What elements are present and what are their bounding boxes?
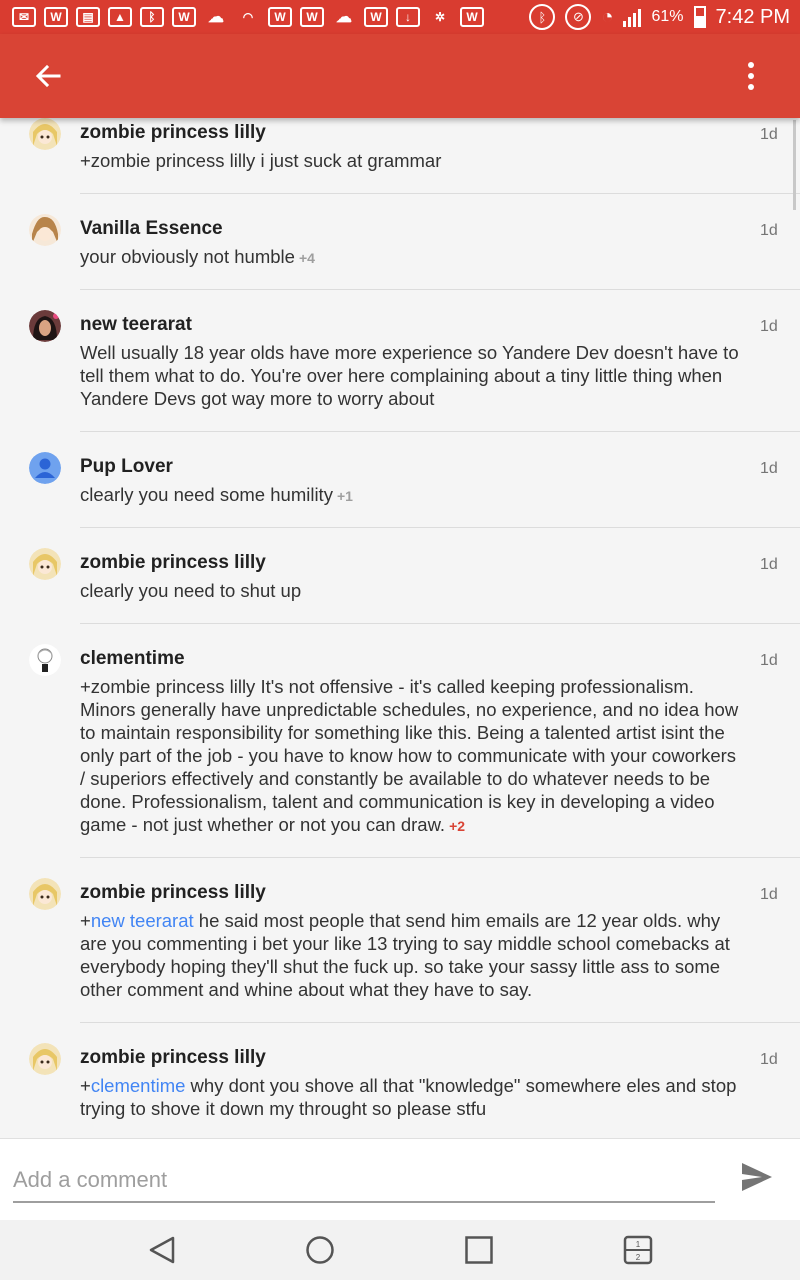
avatar[interactable] (29, 452, 61, 484)
avatar[interactable] (29, 548, 61, 580)
comment-input[interactable] (13, 1159, 715, 1203)
comment-body: +zombie princess lilly It's not offensiv… (80, 676, 739, 835)
nav-recents-icon (465, 1236, 493, 1264)
w-app-icon: W (172, 7, 196, 27)
comment-item[interactable]: new teerarat 1d Well usually 18 year old… (0, 290, 800, 432)
comment-author[interactable]: zombie princess lilly (80, 552, 266, 574)
comment-body: your obviously not humble (80, 246, 295, 267)
comment-item[interactable]: zombie princess lilly 1d +zombie princes… (0, 118, 800, 194)
system-status: ᛒ ⊘ ◔ 61% 7:42 PM (529, 4, 800, 30)
comment-text: +new teerarat he said most people that s… (80, 910, 730, 1000)
comment-author[interactable]: clementime (80, 648, 185, 670)
comment-author[interactable]: new teerarat (80, 314, 192, 336)
bluetooth-icon: ᛒ (529, 4, 556, 30)
mute-icon: ⊘ (565, 4, 592, 30)
plus-one-count[interactable]: +4 (299, 250, 315, 266)
more-vert-icon (748, 62, 754, 68)
svg-text:2: 2 (636, 1253, 641, 1262)
comment-text: your obviously not humble +4 (80, 245, 740, 270)
system-nav-bar: 12 (0, 1220, 800, 1280)
battery-icon (693, 6, 706, 28)
comment-item[interactable]: zombie princess lilly 1d clearly you nee… (0, 528, 800, 624)
cloud-icon: ☁ (336, 9, 352, 26)
comment-author[interactable]: Pup Lover (80, 456, 173, 478)
comment-time: 1d (760, 460, 778, 477)
send-icon (742, 1163, 772, 1191)
scrollbar[interactable] (793, 120, 796, 210)
avatar[interactable] (29, 118, 61, 150)
overflow-menu-button[interactable] (736, 60, 766, 92)
comment-time: 1d (760, 126, 778, 143)
avatar[interactable] (29, 644, 61, 676)
wifi-icon: ◠ (242, 10, 254, 24)
comment-item[interactable]: Vanilla Essence 1d your obviously not hu… (0, 194, 800, 290)
download-icon: ↓ (396, 7, 420, 27)
nav-multiwindow-icon: 12 (623, 1235, 653, 1265)
comment-text: Well usually 18 year olds have more expe… (80, 342, 739, 409)
svg-text:1: 1 (636, 1240, 641, 1249)
comment-text: +clementime why dont you shove all that … (80, 1075, 737, 1119)
avatar[interactable] (29, 310, 61, 342)
comment-author[interactable]: zombie princess lilly (80, 122, 266, 144)
default-person-icon (29, 452, 61, 484)
comment-item[interactable]: zombie princess lilly 1d +new teerarat h… (0, 858, 800, 1023)
cloud-icon: ☁ (208, 9, 224, 26)
comment-author[interactable]: zombie princess lilly (80, 1047, 266, 1069)
nav-home-button[interactable] (302, 1234, 338, 1266)
avatar[interactable] (29, 878, 61, 910)
back-button[interactable] (28, 58, 68, 94)
comment-time: 1d (760, 318, 778, 335)
nav-home-icon (306, 1236, 334, 1264)
comment-time: 1d (760, 1051, 778, 1068)
w-app-icon: W (44, 7, 68, 27)
status-bar: ✉ W ▤ ▲ ᛒ W ☁ ◠ W W ☁ W ↓ ✲ W ᛒ ⊘ ◔ 61% … (0, 0, 800, 34)
wifi-signal-icon: ◔ (601, 5, 614, 28)
w-app-icon: W (364, 7, 388, 27)
comment-item[interactable]: Pup Lover 1d clearly you need some humil… (0, 432, 800, 528)
comment-text: clearly you need to shut up (80, 580, 302, 601)
w-app-icon: W (460, 7, 484, 27)
avatar[interactable] (29, 1043, 61, 1075)
comment-text: +zombie princess lilly It's not offensiv… (80, 675, 740, 838)
comment-time: 1d (760, 556, 778, 573)
clipboard-icon: ▤ (76, 7, 100, 27)
nav-back-icon (149, 1236, 175, 1264)
mention-link[interactable]: new teerarat (91, 910, 194, 931)
comment-time: 1d (760, 886, 778, 903)
w-app-icon: W (300, 7, 324, 27)
compose-bar (0, 1138, 800, 1220)
comment-item[interactable]: zombie princess lilly 1d +clementime why… (0, 1023, 800, 1138)
cell-signal-icon (623, 7, 642, 27)
plus-one-count[interactable]: +1 (337, 488, 353, 504)
fan-icon: ✲ (434, 10, 446, 24)
image-icon: ▲ (108, 7, 132, 27)
arrow-back-icon (35, 64, 61, 88)
comments-list[interactable]: zombie princess lilly 1d +zombie princes… (0, 118, 800, 1138)
mail-icon: ✉ (12, 7, 36, 27)
app-bar (0, 34, 800, 118)
nav-recents-button[interactable] (461, 1234, 497, 1266)
comment-time: 1d (760, 222, 778, 239)
comment-text: +zombie princess lilly i just suck at gr… (80, 150, 442, 171)
clock: 7:42 PM (715, 5, 790, 28)
comment-time: 1d (760, 652, 778, 669)
comment-author[interactable]: Vanilla Essence (80, 218, 223, 240)
comment-text: clearly you need some humility +1 (80, 483, 740, 508)
mention-link[interactable]: clementime (91, 1075, 186, 1096)
send-button[interactable] (740, 1161, 780, 1197)
plus-one-count[interactable]: +2 (449, 818, 465, 834)
w-app-icon: W (268, 7, 292, 27)
nav-back-button[interactable] (144, 1234, 180, 1266)
bluetooth-device-icon: ᛒ (140, 7, 164, 27)
comment-item[interactable]: clementime 1d +zombie princess lilly It'… (0, 624, 800, 858)
comment-body: clearly you need some humility (80, 484, 333, 505)
notification-icons: ✉ W ▤ ▲ ᛒ W ☁ ◠ W W ☁ W ↓ ✲ W (0, 7, 529, 27)
avatar[interactable] (29, 214, 61, 246)
battery-percent: 61% (651, 8, 684, 25)
comment-author[interactable]: zombie princess lilly (80, 882, 266, 904)
nav-multiwindow-button[interactable]: 12 (620, 1234, 656, 1266)
